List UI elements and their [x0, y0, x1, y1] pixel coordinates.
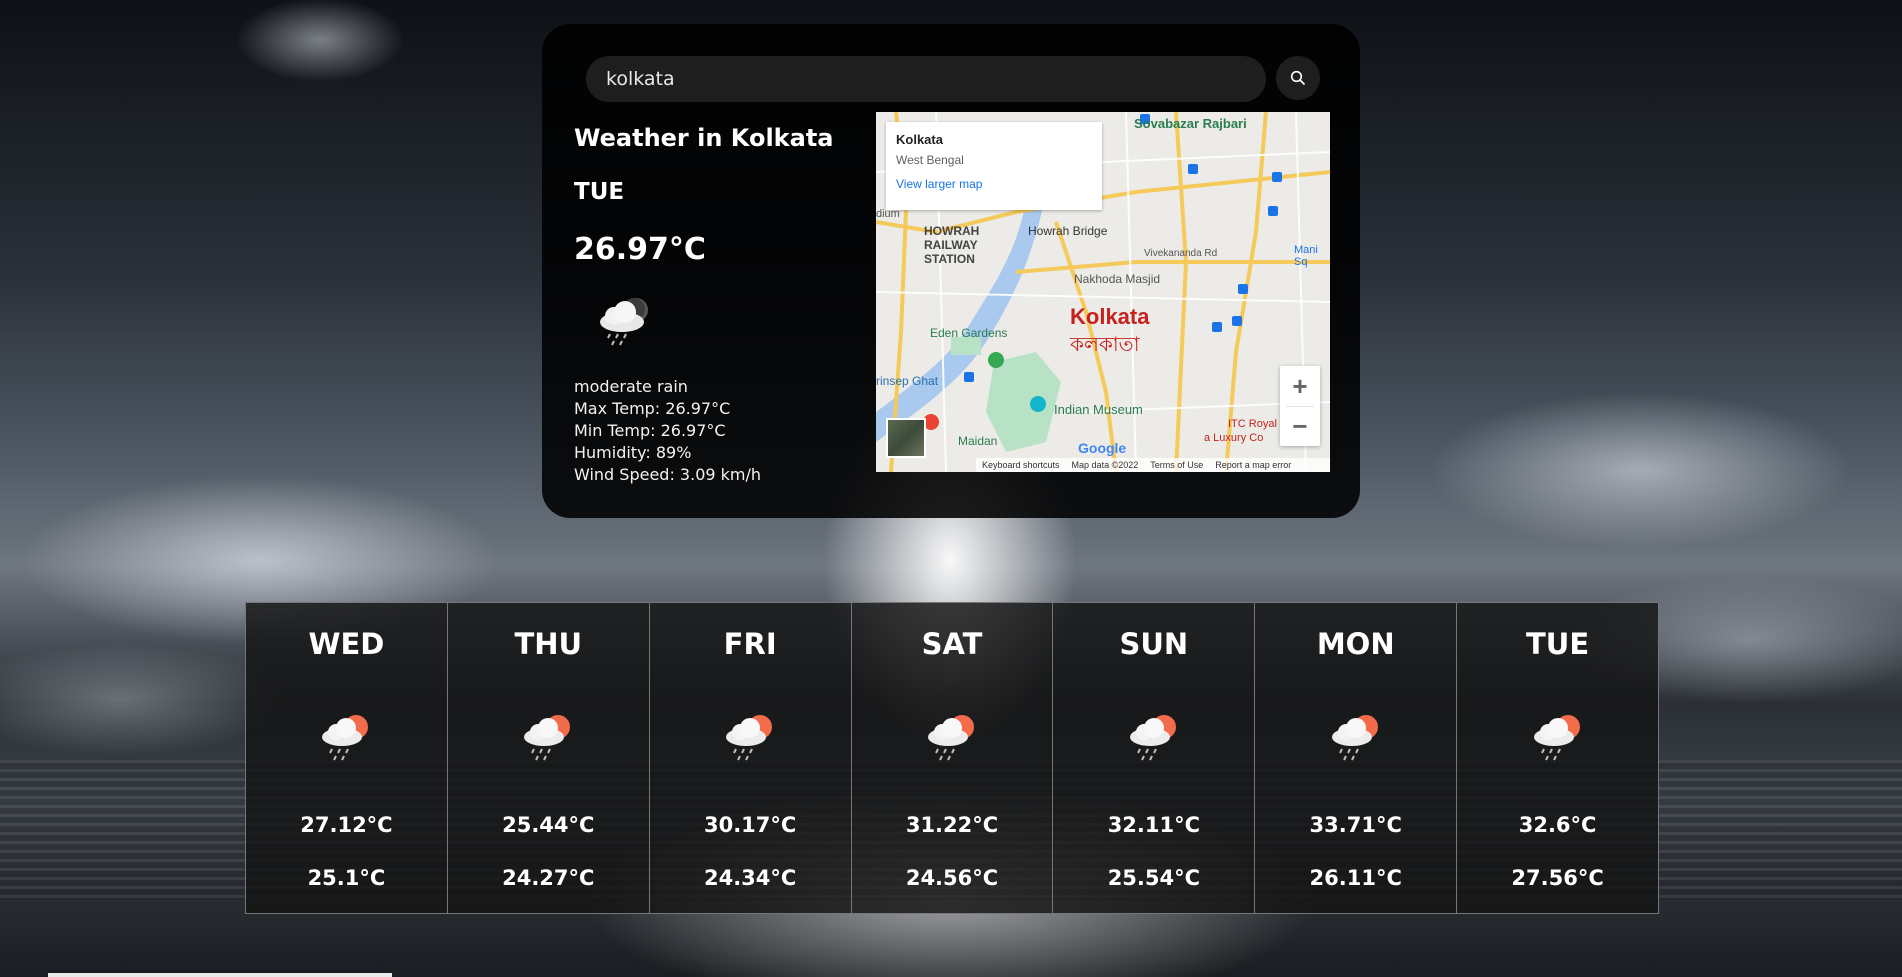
min-temp: Min Temp: 26.97°C — [574, 421, 726, 440]
forecast-min-temp: 24.56°C — [905, 866, 999, 890]
wind-speed: Wind Speed: 3.09 km/h — [574, 465, 762, 484]
map-label-sovabazar: Sovabazar Rajbari — [1134, 116, 1247, 131]
map-label-indian-museum: Indian Museum — [1054, 402, 1143, 417]
map-city-label: Kolkata — [1070, 304, 1150, 329]
humidity: Humidity: 89% — [574, 443, 692, 462]
current-temperature: 26.97°C — [574, 232, 706, 267]
forecast-day: THU 25.44°C 24.27°C — [447, 603, 650, 913]
map-info-name: Kolkata — [896, 132, 943, 147]
rain-cloud-sun-icon — [518, 711, 578, 767]
search-button[interactable] — [1276, 56, 1320, 100]
rain-cloud-sun-icon — [922, 711, 982, 767]
search-input[interactable] — [586, 56, 1266, 102]
map[interactable]: Kolkata West Bengal View larger map Sova… — [876, 112, 1330, 472]
map-label-dium: dium — [876, 208, 900, 220]
weather-description: moderate rain — [574, 377, 688, 396]
zoom-in-button[interactable]: + — [1280, 366, 1320, 406]
bottom-strip — [48, 973, 392, 977]
forecast-day-name: SAT — [921, 627, 983, 661]
map-info-region: West Bengal — [896, 153, 964, 167]
map-label-howrah-station: HOWRAH RAILWAY STATION — [924, 224, 980, 266]
weather-details: moderate rain Max Temp: 26.97°C Min Temp… — [574, 376, 761, 486]
search-icon — [1290, 70, 1306, 86]
forecast-day: SUN 32.11°C 25.54°C — [1053, 603, 1256, 913]
terms-link[interactable]: Terms of Use — [1150, 460, 1203, 470]
max-temp: Max Temp: 26.97°C — [574, 399, 731, 418]
forecast-max-temp: 30.17°C — [703, 813, 797, 837]
rain-cloud-sun-icon — [1528, 711, 1588, 767]
forecast-day: TUE 32.6°C 27.56°C — [1457, 603, 1659, 913]
rain-cloud-sun-icon — [1124, 711, 1184, 767]
rain-cloud-night-icon — [592, 290, 656, 354]
rain-cloud-sun-icon — [1326, 711, 1386, 767]
current-day: TUE — [574, 179, 625, 205]
weather-card: Weather in Kolkata TUE 26.97°C moderate … — [542, 24, 1360, 518]
forecast-day: MON 33.71°C 26.11°C — [1255, 603, 1458, 913]
forecast-max-temp: 33.71°C — [1309, 813, 1402, 837]
map-zoom-controls: + − — [1280, 366, 1320, 446]
map-info-window: Kolkata West Bengal View larger map — [886, 122, 1102, 210]
forecast-day-name: THU — [514, 627, 583, 661]
weather-title: Weather in Kolkata — [574, 124, 834, 152]
rain-cloud-sun-icon — [720, 711, 780, 767]
forecast-min-temp: 24.27°C — [502, 866, 595, 890]
forecast-max-temp: 31.22°C — [905, 813, 999, 837]
forecast-max-temp: 32.11°C — [1107, 813, 1201, 837]
google-logo: Google — [1078, 440, 1127, 456]
forecast-row: WED 27.12°C 25.1°C THU 25.44°C 24.27°C F… — [245, 602, 1659, 914]
forecast-day: WED 27.12°C 25.1°C — [246, 603, 448, 913]
forecast-day-name: SUN — [1119, 627, 1189, 661]
forecast-day-name: TUE — [1526, 627, 1590, 661]
forecast-min-temp: 26.11°C — [1309, 866, 1402, 890]
map-label-vivekananda: Vivekananda Rd — [1144, 248, 1218, 259]
forecast-max-temp: 25.44°C — [502, 813, 595, 837]
map-label-nakhoda: Nakhoda Masjid — [1074, 272, 1161, 286]
forecast-day-name: WED — [308, 627, 385, 661]
satellite-toggle[interactable] — [886, 418, 926, 458]
map-label-luxury: a Luxury Co — [1204, 432, 1264, 444]
forecast-day-name: MON — [1316, 627, 1395, 661]
map-label-maidan: Maidan — [958, 434, 998, 448]
map-data-text: Map data ©2022 — [1071, 460, 1139, 470]
forecast-day: FRI 30.17°C 24.34°C — [649, 603, 852, 913]
report-map-error-link[interactable]: Report a map error — [1215, 460, 1291, 470]
forecast-max-temp: 32.6°C — [1518, 813, 1597, 837]
view-larger-map-link[interactable]: View larger map — [896, 177, 1092, 191]
map-label-howrah-bridge: Howrah Bridge — [1028, 224, 1108, 238]
forecast-day-name: FRI — [723, 627, 777, 661]
map-city-label-local: কলকাতা — [1070, 334, 1140, 356]
zoom-out-button[interactable]: − — [1280, 406, 1320, 446]
keyboard-shortcuts-link[interactable]: Keyboard shortcuts — [982, 460, 1060, 470]
forecast-max-temp: 27.12°C — [300, 813, 393, 837]
map-label-prinsep: rinsep Ghat — [876, 374, 939, 388]
forecast-min-temp: 27.56°C — [1511, 866, 1604, 890]
map-footer: Keyboard shortcuts Map data ©2022 Terms … — [976, 458, 1330, 472]
map-label-eden: Eden Gardens — [930, 326, 1008, 340]
forecast-day: SAT 31.22°C 24.56°C — [851, 603, 1054, 913]
forecast-min-temp: 25.1°C — [307, 866, 386, 890]
forecast-min-temp: 24.34°C — [703, 866, 797, 890]
rain-cloud-sun-icon — [316, 711, 376, 767]
map-label-itc: ITC Royal — [1228, 418, 1277, 430]
map-label-mani: Mani Sq — [1294, 244, 1318, 268]
forecast-min-temp: 25.54°C — [1107, 866, 1201, 890]
